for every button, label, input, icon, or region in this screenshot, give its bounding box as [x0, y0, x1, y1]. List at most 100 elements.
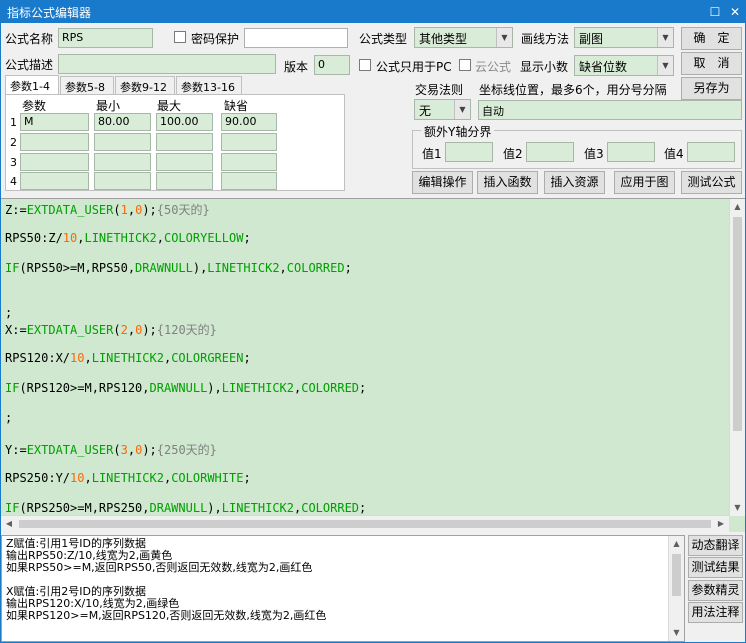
chevron-down-icon[interactable]: ▼: [657, 28, 673, 47]
code-token: (: [113, 323, 121, 337]
ok-button[interactable]: 确 定: [681, 27, 742, 50]
editor-scroll-thumb[interactable]: [733, 217, 742, 431]
editor-horizontal-scrollbar[interactable]: ◀ ▶: [1, 515, 729, 532]
tab-params-1-4[interactable]: 参数1-4: [5, 75, 59, 95]
code-token: ),: [207, 381, 222, 395]
chevron-down-icon[interactable]: ▼: [657, 56, 673, 75]
code-line: IF(RPS250>=M,RPS250,DRAWNULL),LINETHICK2…: [5, 501, 366, 515]
translation-notes-panel[interactable]: ▲ ▼ Z赋值:引用1号ID的序列数据 输出RPS50:Z/10,线宽为2,画黄色…: [1, 535, 685, 642]
password-input[interactable]: [244, 28, 348, 48]
tab-params-5-8[interactable]: 参数5-8: [60, 76, 114, 95]
param-max-input[interactable]: [156, 133, 213, 151]
code-token: Y:=: [5, 443, 27, 457]
param-name-input[interactable]: [20, 172, 89, 190]
arrow-right-icon[interactable]: ▶: [713, 516, 729, 532]
param-default-input[interactable]: 90.00: [221, 113, 277, 131]
insert-resource-button[interactable]: 插入资源: [544, 171, 605, 194]
param-min-input[interactable]: [94, 172, 151, 190]
param-default-input[interactable]: [221, 172, 277, 190]
decimals-select[interactable]: 缺省位数 ▼: [574, 55, 674, 76]
formula-editor-window: 指标公式编辑器 ☐ ✕ 公式名称 RPS 密码保护 公式类型 其他类型 ▼ 画线…: [0, 0, 746, 643]
chevron-down-icon[interactable]: ▼: [454, 100, 470, 119]
code-token: {50天的}: [156, 203, 210, 217]
tab-params-9-12[interactable]: 参数9-12: [115, 76, 175, 95]
param-max-input[interactable]: [156, 153, 213, 171]
code-token: LINETHICK2: [221, 381, 294, 395]
param-max-input[interactable]: 100.00: [156, 113, 213, 131]
param-row-num: 4: [10, 175, 17, 188]
param-wizard-button[interactable]: 参数精灵: [688, 580, 743, 601]
edit-operations-button[interactable]: 编辑操作: [412, 171, 473, 194]
code-token: ),: [192, 261, 208, 275]
formula-name-input[interactable]: RPS: [58, 28, 153, 48]
chevron-down-icon[interactable]: ▼: [496, 28, 512, 47]
arrow-down-icon[interactable]: ▼: [669, 625, 684, 641]
formula-desc-input[interactable]: [58, 54, 276, 74]
apply-to-chart-button[interactable]: 应用于图: [614, 171, 675, 194]
notes-vertical-scrollbar[interactable]: ▲ ▼: [668, 536, 684, 641]
param-name-input[interactable]: [20, 153, 89, 171]
code-token: EXTDATA_USER: [26, 203, 114, 217]
code-token: IF: [5, 381, 20, 395]
param-row-num: 3: [10, 156, 17, 169]
coord-lines-input[interactable]: 自动: [478, 100, 742, 120]
code-token: 10: [70, 471, 85, 485]
cloud-checkbox[interactable]: [459, 59, 471, 71]
insert-function-button[interactable]: 插入函数: [477, 171, 538, 194]
editor-hscroll-thumb[interactable]: [19, 520, 711, 528]
code-token: RPS50:Z/: [5, 231, 63, 245]
code-token: ),: [207, 501, 222, 515]
y-value-4-input[interactable]: [687, 142, 735, 162]
editor-vertical-scrollbar[interactable]: ▲ ▼: [729, 199, 745, 516]
arrow-up-icon[interactable]: ▲: [730, 199, 745, 215]
close-icon[interactable]: ✕: [725, 2, 745, 22]
restore-icon[interactable]: ☐: [705, 2, 725, 22]
trade-rule-select[interactable]: 无 ▼: [414, 99, 471, 120]
test-results-button[interactable]: 测试结果: [688, 557, 743, 578]
extra-y-axis-title: 额外Y轴分界: [421, 123, 495, 140]
code-token: RPS120:X/: [5, 351, 71, 365]
version-input[interactable]: 0: [314, 55, 350, 75]
code-line: IF(RPS50>=M,RPS50,DRAWNULL),LINETHICK2,C…: [5, 261, 352, 275]
code-token: (RPS50>=M,RPS50,: [19, 261, 136, 275]
param-panel: 参数 最小 最大 缺省 1 M 80.00 100.00 90.00 2 3 4: [5, 94, 345, 191]
param-min-input[interactable]: [94, 133, 151, 151]
code-token: ;: [359, 381, 367, 395]
arrow-down-icon[interactable]: ▼: [730, 500, 745, 516]
test-formula-button[interactable]: 测试公式: [681, 171, 742, 194]
tab-params-13-16[interactable]: 参数13-16: [176, 76, 242, 95]
code-token: ;: [243, 351, 251, 365]
param-default-input[interactable]: [221, 133, 277, 151]
code-token: );: [142, 323, 157, 337]
formula-type-select[interactable]: 其他类型 ▼: [414, 27, 513, 48]
arrow-left-icon[interactable]: ◀: [1, 516, 17, 532]
formula-desc-label: 公式描述: [5, 58, 54, 72]
code-token: 3: [120, 443, 128, 457]
code-token: LINETHICK2: [207, 261, 280, 275]
draw-method-select[interactable]: 副图 ▼: [574, 27, 674, 48]
pc-only-checkbox[interactable]: [359, 59, 371, 71]
code-token: ,: [127, 203, 136, 217]
param-default-input[interactable]: [221, 153, 277, 171]
param-max-input[interactable]: [156, 172, 213, 190]
code-token: COLORRED: [301, 381, 360, 395]
param-min-input[interactable]: 80.00: [94, 113, 151, 131]
y-value-3-input[interactable]: [607, 142, 655, 162]
password-checkbox[interactable]: [174, 31, 186, 43]
save-as-button[interactable]: 另存为: [681, 77, 742, 100]
arrow-up-icon[interactable]: ▲: [669, 536, 684, 552]
y-value-label: 值1: [422, 147, 442, 161]
code-token: DRAWNULL: [149, 501, 208, 515]
code-editor[interactable]: ▲ ▼ Z:=EXTDATA_USER(1,0);{50天的} RPS50:Z/1…: [1, 198, 745, 532]
cancel-button[interactable]: 取 消: [681, 52, 742, 75]
y-value-1-input[interactable]: [445, 142, 493, 162]
code-line: ;: [5, 411, 12, 425]
y-value-2-input[interactable]: [526, 142, 574, 162]
notes-scroll-thumb[interactable]: [672, 554, 681, 596]
code-token: RPS250:Y/: [5, 471, 71, 485]
param-name-input[interactable]: [20, 133, 89, 151]
usage-notes-button[interactable]: 用法注释: [688, 602, 743, 623]
param-min-input[interactable]: [94, 153, 151, 171]
param-name-input[interactable]: M: [20, 113, 89, 131]
dynamic-translate-button[interactable]: 动态翻译: [688, 535, 743, 556]
